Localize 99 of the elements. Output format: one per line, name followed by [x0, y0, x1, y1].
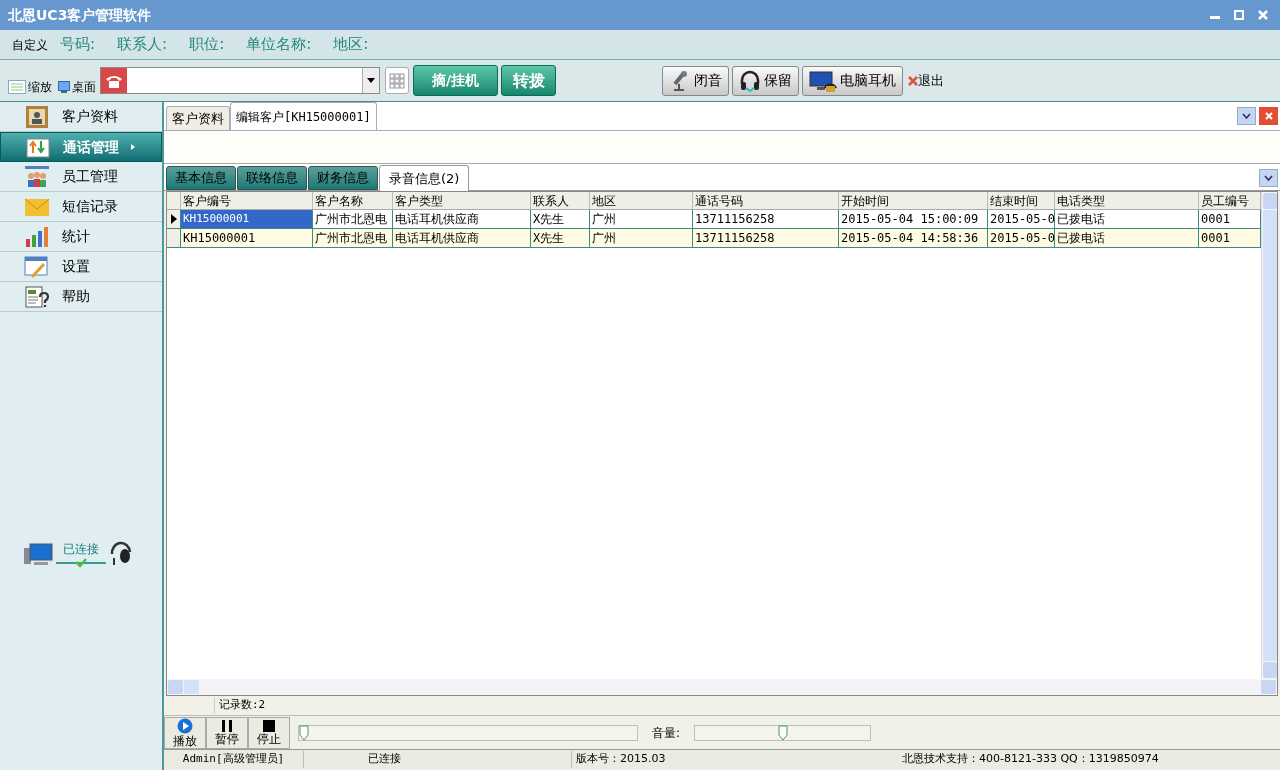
close-button[interactable] — [1259, 107, 1278, 125]
table-cell: 已拨电话 — [1055, 229, 1199, 247]
close-icon[interactable] — [1258, 10, 1268, 20]
transfer-icon — [25, 135, 51, 159]
sub-tab[interactable]: 联络信息 — [237, 166, 307, 190]
info-field-label: 地区: — [333, 34, 369, 56]
row-indicator[interactable] — [167, 210, 181, 228]
info-field-label: 单位名称: — [246, 34, 312, 56]
playback-progress-slider[interactable] — [298, 724, 638, 741]
current-row-icon — [170, 214, 177, 224]
status-text: 版本号：2015.03 — [575, 751, 667, 768]
pause-icon — [221, 719, 233, 732]
column-header[interactable]: 客户类型 — [393, 192, 531, 209]
computer-icon — [24, 542, 54, 568]
horizontal-scrollbar[interactable] — [167, 679, 1277, 695]
wrench-window-icon — [24, 254, 50, 279]
document-tab[interactable]: 编辑客户[KH15000001] — [230, 102, 377, 130]
sidebar-item[interactable]: 统计 — [0, 222, 162, 252]
column-header[interactable]: 客户名称 — [313, 192, 393, 209]
sidebar-item[interactable]: 短信记录 — [0, 192, 162, 222]
help-document-icon — [24, 284, 50, 309]
monitor-headset-icon — [809, 69, 837, 92]
custom-label[interactable]: 自定义 — [12, 35, 48, 54]
dropdown-button[interactable] — [1259, 169, 1278, 187]
dropdown-button[interactable] — [1237, 107, 1256, 125]
player-button[interactable]: 暂停 — [206, 716, 248, 749]
sidebar-item[interactable]: 帮助 — [0, 282, 162, 312]
column-header[interactable]: 结束时间 — [988, 192, 1055, 209]
keypad-icon — [389, 72, 405, 89]
bar-chart-icon — [24, 224, 50, 249]
player-button[interactable]: 停止 — [248, 716, 290, 749]
chevron-down-icon — [1264, 175, 1273, 181]
stop-icon — [263, 719, 275, 732]
connected-check-line — [56, 558, 106, 568]
people-icon — [24, 164, 50, 189]
table-cell: KH15000001 — [181, 229, 313, 247]
table-cell: 13711156258 — [693, 210, 839, 228]
slider-thumb[interactable] — [299, 724, 309, 741]
info-field-label: 联系人: — [117, 34, 168, 56]
table-cell: 已拨电话 — [1055, 210, 1199, 228]
exit-button[interactable]: 退出 — [908, 70, 944, 91]
close-icon — [908, 75, 918, 86]
monitor-icon — [58, 80, 70, 93]
toolbar-button[interactable]: 保留 — [732, 65, 799, 96]
toolbar-button[interactable]: 电脑耳机 — [802, 65, 903, 96]
volume-slider[interactable] — [694, 724, 872, 741]
sidebar-item[interactable]: 设置 — [0, 252, 162, 282]
sub-tab[interactable]: 基本信息 — [166, 166, 236, 190]
toolbar-button[interactable]: 闭音 — [662, 65, 729, 96]
info-field-label: 号码: — [60, 34, 96, 56]
record-count: 记录数:2 — [214, 697, 266, 714]
play-icon — [177, 717, 193, 734]
address-book-icon — [24, 104, 50, 129]
maximize-icon[interactable] — [1234, 10, 1244, 20]
status-text: 已连接 — [304, 751, 572, 768]
dial-field[interactable] — [100, 67, 380, 94]
keypad-button[interactable] — [385, 67, 409, 94]
desktop-button[interactable]: 桌面 — [58, 77, 96, 96]
table-cell: X先生 — [531, 229, 590, 247]
window-title: 北恩UC3客户管理软件 — [8, 5, 152, 25]
chevron-down-icon — [1242, 113, 1251, 119]
column-header[interactable]: 电话类型 — [1055, 192, 1199, 209]
column-header[interactable]: 客户编号 — [181, 192, 313, 209]
table-cell: 2015-05-0 — [988, 210, 1055, 228]
document-tab[interactable]: 客户资料 — [166, 106, 230, 130]
vertical-scrollbar[interactable] — [1261, 192, 1277, 679]
sub-tab[interactable]: 财务信息 — [308, 166, 378, 190]
headphones-icon — [739, 69, 761, 92]
table-cell: 广州市北恩电 — [313, 229, 393, 247]
column-header[interactable]: 通话号码 — [693, 192, 839, 209]
table-cell: 2015-05-0 — [988, 229, 1055, 247]
column-header[interactable]: 地区 — [590, 192, 693, 209]
dropdown-arrow-icon[interactable] — [367, 78, 375, 83]
status-text: 北恩技术支持：400-8121-333 QQ：1319850974 — [901, 751, 1159, 768]
player-button[interactable]: 播放 — [164, 716, 206, 749]
table-cell: X先生 — [531, 210, 590, 228]
table-cell: 广州 — [590, 229, 693, 247]
table-cell: 13711156258 — [693, 229, 839, 247]
status-text: Admin[高级管理员] — [164, 751, 304, 768]
caret-icon — [131, 144, 135, 150]
column-header[interactable]: 联系人 — [531, 192, 590, 209]
info-field-label: 职位: — [189, 34, 225, 56]
close-icon — [1264, 112, 1273, 120]
table-cell: 2015-05-04 15:00:09 — [839, 210, 988, 228]
table-cell: 广州 — [590, 210, 693, 228]
slider-thumb[interactable] — [777, 724, 788, 741]
connection-status: 已连接 — [63, 541, 99, 558]
table-cell: 电话耳机供应商 — [393, 229, 531, 247]
sidebar-item[interactable]: 通话管理 — [0, 132, 162, 162]
zoom-button[interactable]: 缩放 — [8, 77, 52, 96]
list-icon — [8, 79, 26, 94]
table-cell: 广州市北恩电 — [313, 210, 393, 228]
sub-tab[interactable]: 录音信息(2) — [379, 165, 470, 191]
table-cell: KH15000001 — [181, 210, 313, 228]
table-cell: 2015-05-04 14:58:36 — [839, 229, 988, 247]
sidebar-item[interactable]: 员工管理 — [0, 162, 162, 192]
table-cell: 电话耳机供应商 — [393, 210, 531, 228]
volume-label: 音量: — [652, 724, 681, 742]
column-header[interactable]: 开始时间 — [839, 192, 988, 209]
